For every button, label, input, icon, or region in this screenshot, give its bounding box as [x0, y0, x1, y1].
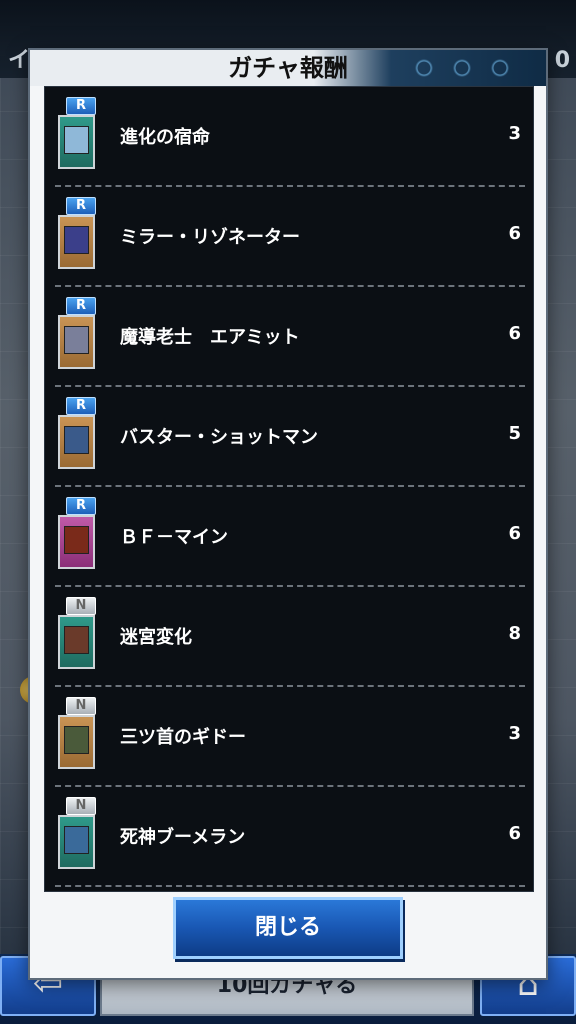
- card-count: 6: [508, 323, 521, 344]
- modal-header: ガチャ報酬: [30, 50, 546, 86]
- card-name: 魔導老士 エアミット: [120, 327, 300, 348]
- top-counter: 0: [554, 48, 570, 73]
- reward-list[interactable]: R 進化の宿命 3 R ミラー・リゾネーター 6 R 魔導老士 エアミット 6 …: [44, 86, 534, 892]
- card-name: 三ツ首のギドー: [120, 727, 246, 748]
- card-name: バスター・ショットマン: [120, 427, 318, 448]
- card-count: 6: [508, 223, 521, 244]
- card-name: 迷宮変化: [120, 627, 192, 648]
- card-count: 8: [508, 623, 521, 644]
- card-count: 5: [508, 423, 521, 444]
- reward-row: N 死神ブーメラン 6: [45, 787, 525, 887]
- card-thumbnail[interactable]: [58, 815, 95, 869]
- reward-row: R バスター・ショットマン 5: [45, 387, 525, 487]
- modal-title: ガチャ報酬: [228, 54, 348, 82]
- card-thumbnail[interactable]: [58, 115, 95, 169]
- card-thumbnail[interactable]: [58, 215, 95, 269]
- rarity-badge: R: [66, 497, 96, 515]
- card-count: 6: [508, 523, 521, 544]
- rarity-badge: N: [66, 697, 96, 715]
- reward-row: N 三ツ首のギドー 3: [45, 687, 525, 787]
- reward-row: R 進化の宿命 3: [45, 87, 525, 187]
- close-button[interactable]: 閉じる: [173, 897, 403, 959]
- card-thumbnail[interactable]: [58, 515, 95, 569]
- reward-row: N 迷宮変化 8: [45, 587, 525, 687]
- card-count: 3: [508, 123, 521, 144]
- card-thumbnail[interactable]: [58, 715, 95, 769]
- card-name: 死神ブーメラン: [120, 827, 246, 848]
- card-thumbnail[interactable]: [58, 415, 95, 469]
- card-count: 3: [508, 723, 521, 744]
- gacha-reward-modal: ガチャ報酬 R 進化の宿命 3 R ミラー・リゾネーター 6 R 魔導老士 エア…: [30, 50, 546, 978]
- rarity-badge: R: [66, 297, 96, 315]
- rarity-badge: N: [66, 797, 96, 815]
- reward-row: R 魔導老士 エアミット 6: [45, 287, 525, 387]
- reward-row: R ミラー・リゾネーター 6: [45, 187, 525, 287]
- reward-row: R ＢＦ－マイン 6: [45, 487, 525, 587]
- card-name: ＢＦ－マイン: [120, 527, 228, 548]
- rarity-badge: R: [66, 97, 96, 115]
- rarity-badge: N: [66, 597, 96, 615]
- rarity-badge: R: [66, 397, 96, 415]
- card-count: 6: [508, 823, 521, 844]
- card-thumbnail[interactable]: [58, 615, 95, 669]
- card-name: 進化の宿命: [120, 127, 210, 148]
- rarity-badge: R: [66, 197, 96, 215]
- card-name: ミラー・リゾネーター: [120, 227, 300, 248]
- card-thumbnail[interactable]: [58, 315, 95, 369]
- row-divider: [55, 885, 525, 887]
